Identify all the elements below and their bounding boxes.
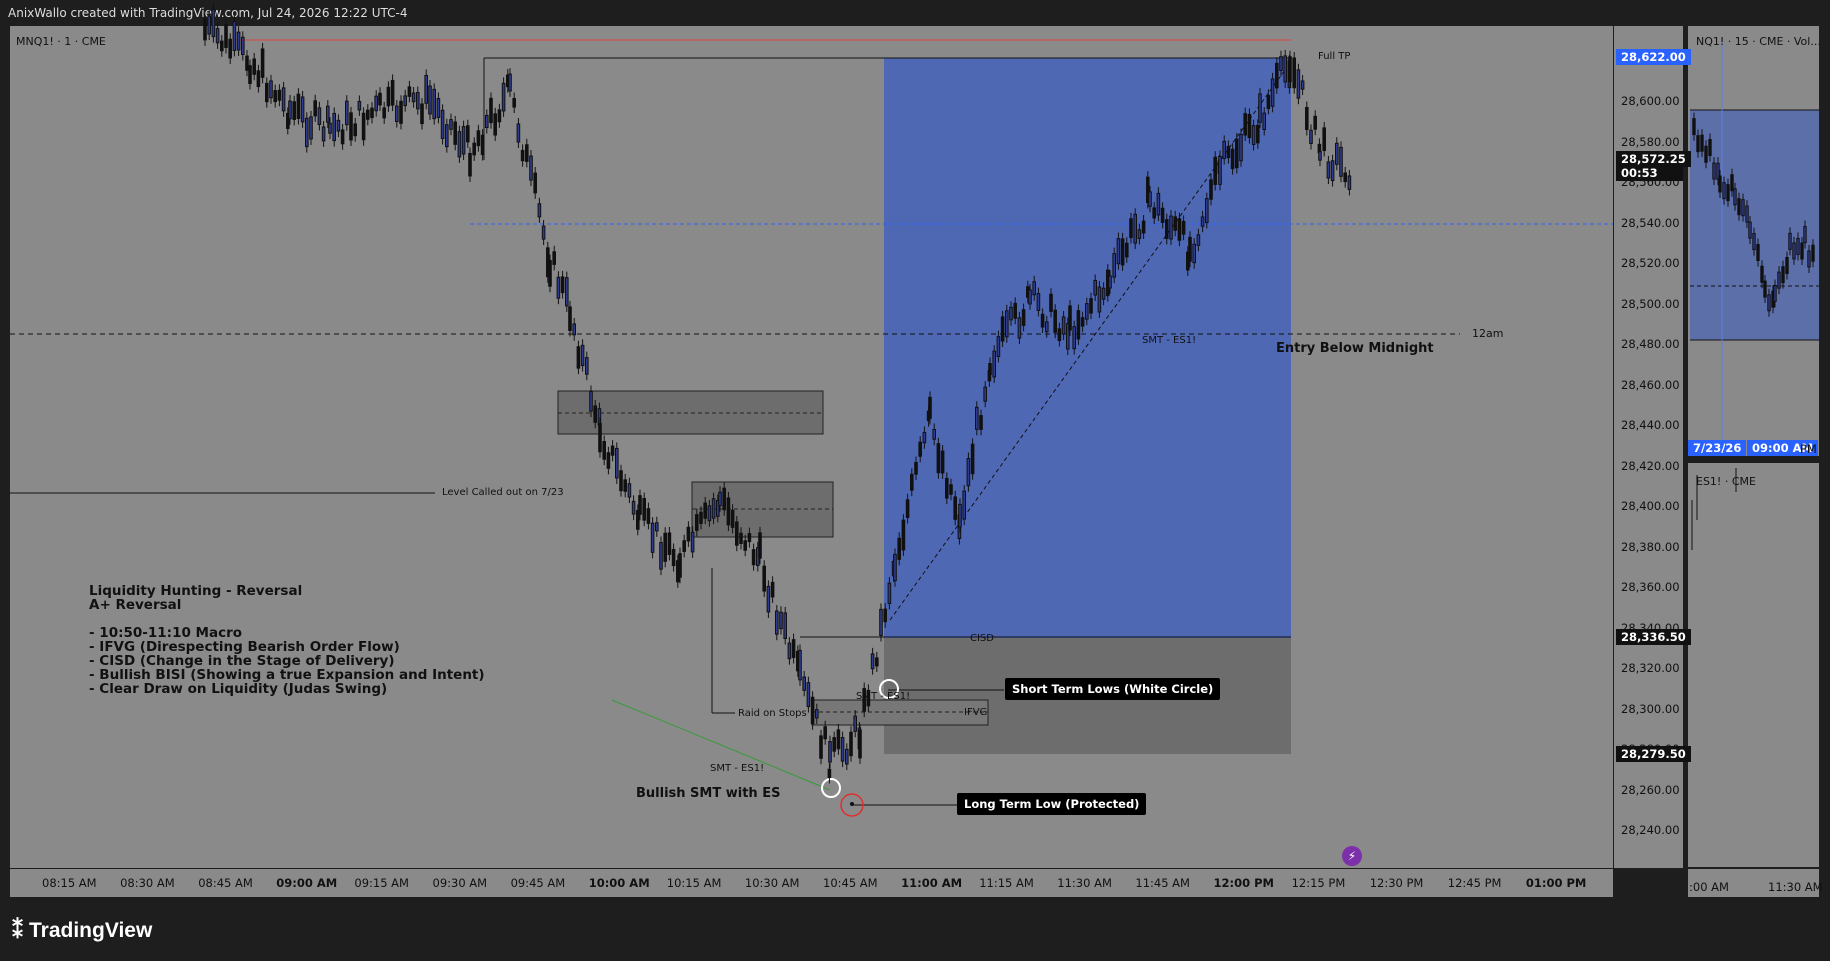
time-tick: 12:45 PM	[1447, 876, 1502, 890]
time-tick: 10:45 AM	[823, 876, 878, 890]
price-tick: 28,260.00	[1621, 782, 1680, 797]
time-tick: 09:00 AM	[276, 876, 338, 890]
main-symbol-label[interactable]: MNQ1! · 1 · CME	[16, 35, 106, 48]
twelve-am-label: 12am	[1472, 327, 1504, 340]
notes-line: - Bullish BISI (Showing a true Expansion…	[89, 667, 485, 683]
time-tick: 09:30 AM	[432, 876, 488, 890]
price-tick: 28,420.00	[1621, 458, 1680, 473]
notes-line: A+ Reversal	[89, 597, 182, 613]
notes-line: - 10:50-11:10 Macro	[89, 625, 243, 641]
price-badge-stop-top: 28,336.50	[1616, 629, 1691, 645]
notes-line: - IFVG (Direspecting Bearish Order Flow)	[89, 639, 400, 655]
side-top-symbol[interactable]: NQ1! · 15 · CME · Vol...	[1696, 35, 1821, 48]
short-term-lows-callout[interactable]: Short Term Lows (White Circle)	[1005, 678, 1221, 700]
tradingview-mark-icon: ⁑	[12, 918, 23, 943]
cisd-label: CISD	[970, 633, 994, 644]
level-called-label: Level Called out on 7/23	[442, 487, 564, 498]
notes-line: - Clear Draw on Liquidity (Judas Swing)	[89, 681, 388, 697]
smt-es-mid-label: SMT - ES1!	[856, 691, 911, 702]
full-tp-label: Full TP	[1318, 51, 1351, 62]
tradingview-brand: TradingView	[29, 919, 153, 942]
side-time-tick: 11:30 AM	[1768, 880, 1823, 894]
time-tick: 11:00 AM	[901, 876, 963, 890]
price-badge-full-tp: 28,622.00	[1616, 49, 1691, 65]
time-tick: 08:30 AM	[120, 876, 175, 890]
notes-line: - CISD (Change in the Stage of Delivery)	[89, 653, 395, 669]
price-tick: 28,360.00	[1621, 580, 1680, 594]
side-bottom-symbol[interactable]: ES1! · CME	[1696, 475, 1756, 488]
time-tick: 09:45 AM	[510, 876, 566, 890]
chart-drawings	[10, 3, 1819, 817]
time-tick: 11:45 AM	[1135, 876, 1190, 890]
price-tick: 28,380.00	[1621, 539, 1680, 554]
time-tick: 12:30 PM	[1369, 876, 1424, 890]
notes-line	[89, 612, 485, 626]
time-tick: 08:45 AM	[198, 876, 253, 890]
long-term-low-callout[interactable]: Long Term Low (Protected)	[957, 793, 1147, 815]
price-tick: 28,320.00	[1621, 661, 1680, 675]
side-partial-label: PM	[1800, 442, 1817, 456]
price-tick: 28,600.00	[1621, 94, 1680, 108]
price-tick: 28,500.00	[1621, 296, 1680, 311]
price-tick: 28,580.00	[1621, 134, 1680, 149]
side-date-badge: 7/23/26	[1688, 440, 1747, 456]
strategy-notes: Liquidity Hunting - Reversal A+ Reversal…	[89, 584, 485, 696]
target-zone	[884, 58, 1291, 638]
smt-es-top-label: SMT - ES1!	[1142, 335, 1197, 346]
side-time-tick: :00 AM	[1689, 880, 1729, 894]
time-tick: 11:15 AM	[979, 876, 1034, 890]
price-tick: 28,480.00	[1621, 337, 1680, 351]
time-tick: 01:00 PM	[1525, 876, 1587, 890]
price-badge-entry-low: 28,279.50	[1616, 746, 1691, 762]
ifvg-label: IFVG	[964, 707, 988, 718]
price-tick: 28,400.00	[1621, 499, 1680, 513]
price-tick: 28,520.00	[1621, 256, 1680, 270]
time-tick: 09:15 AM	[354, 876, 409, 890]
bullish-smt-label: Bullish SMT with ES	[636, 786, 781, 801]
time-tick: 11:30 AM	[1057, 876, 1112, 890]
notes-line: Liquidity Hunting - Reversal	[89, 583, 303, 599]
price-tick: 28,300.00	[1621, 701, 1680, 716]
time-tick: 10:30 AM	[744, 876, 800, 890]
entry-below-midnight-label: Entry Below Midnight	[1276, 341, 1434, 356]
price-tick: 28,440.00	[1621, 418, 1680, 432]
smt-es-low-label: SMT - ES1!	[710, 763, 765, 774]
price-tick: 28,460.00	[1621, 377, 1680, 392]
tradingview-logo[interactable]: ⁑ TradingView	[12, 918, 152, 944]
price-tick: 28,540.00	[1621, 215, 1680, 230]
price-badge-countdown: 00:53	[1616, 165, 1683, 181]
price-tick: 28,240.00	[1621, 823, 1680, 837]
time-tick: 12:00 PM	[1213, 876, 1274, 890]
alert-lightning-icon[interactable]: ⚡	[1342, 846, 1362, 866]
time-tick: 10:00 AM	[588, 876, 650, 890]
time-tick: 12:15 PM	[1291, 876, 1346, 890]
raid-on-stops-label: Raid on Stops	[738, 708, 807, 719]
time-tick: 10:15 AM	[666, 876, 722, 890]
time-tick: 08:15 AM	[42, 876, 97, 890]
